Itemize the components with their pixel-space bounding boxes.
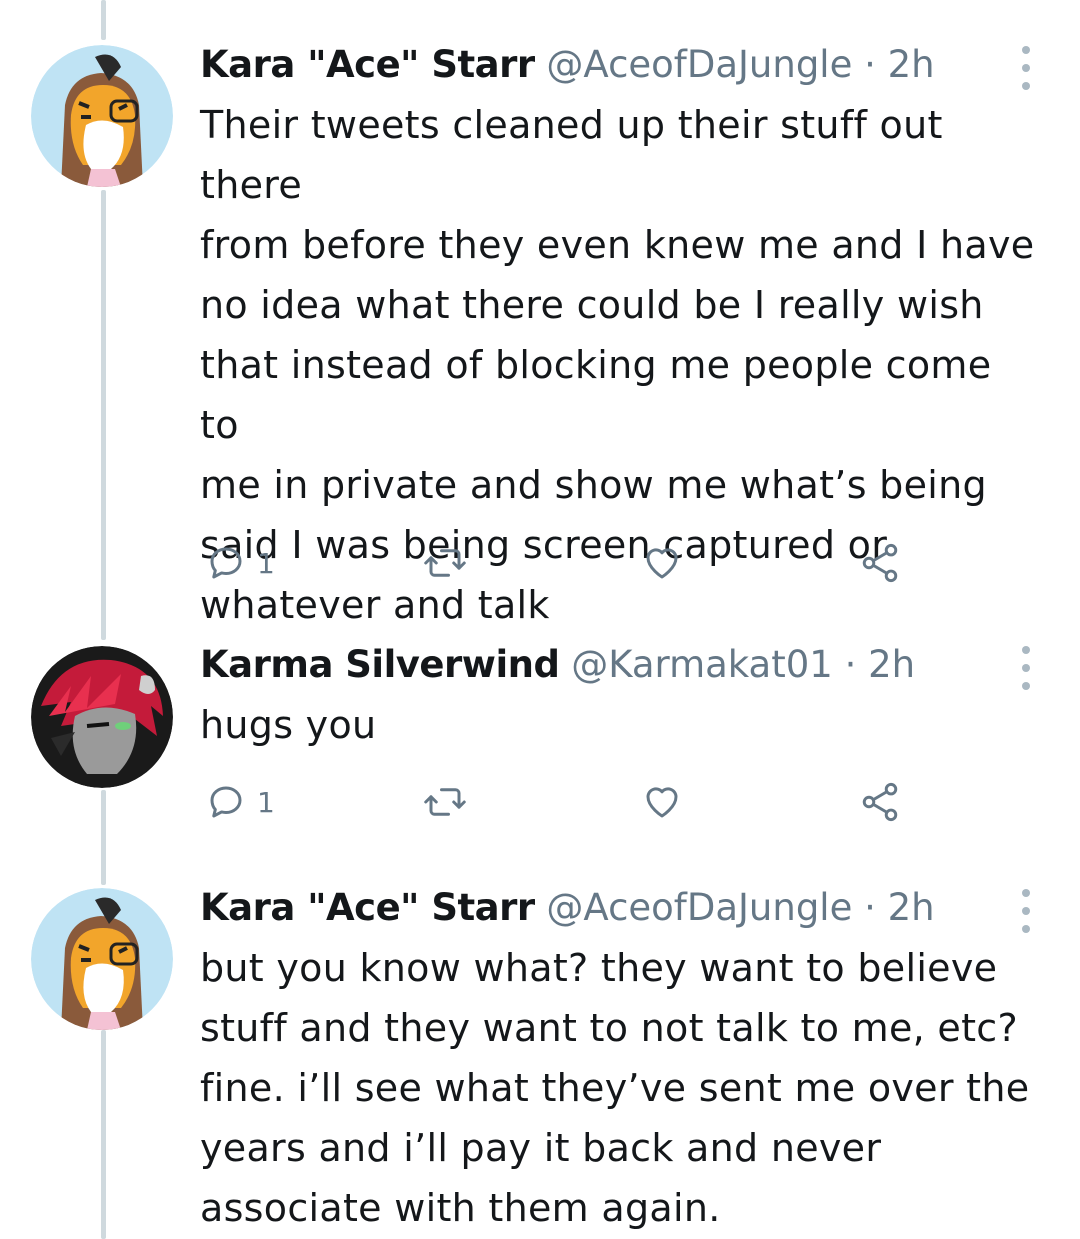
more-options-icon[interactable] [1006,46,1046,90]
reply-button[interactable]: 1 [205,538,275,588]
thread-line [101,0,106,40]
retweet-button[interactable] [422,538,468,588]
tweet-text: but you know what? they want to believe … [200,946,1030,1230]
retweet-icon [424,549,466,577]
tweet[interactable]: Kara "Ace" Starr @AceofDaJungle · 2h but… [0,883,1080,1239]
tweet[interactable]: Karma Silverwind @Karmakat01 · 2h hugs y… [0,640,1080,840]
more-options-icon[interactable] [1006,889,1046,933]
author-handle[interactable]: @Karmakat01 [571,643,833,686]
author-handle[interactable]: @AceofDaJungle [546,43,852,86]
separator-dot: · [844,643,857,686]
like-button[interactable] [640,777,684,827]
tiger-avatar-icon[interactable] [31,45,173,187]
author-name[interactable]: Karma Silverwind [200,643,560,686]
share-icon [862,543,898,583]
tiger-avatar-icon[interactable] [31,888,173,1030]
tweet[interactable]: Kara "Ace" Starr @AceofDaJungle · 2h The… [0,40,1080,627]
timestamp[interactable]: 2h [868,643,915,686]
tweet-header: Kara "Ace" Starr @AceofDaJungle · 2h [200,883,935,933]
reply-icon [210,547,242,579]
author-name[interactable]: Kara "Ace" Starr [200,43,535,86]
dark-haired-character-avatar-icon[interactable] [31,646,173,788]
reply-button[interactable]: 1 [205,777,275,827]
tweet-header: Karma Silverwind @Karmakat01 · 2h [200,640,915,690]
heart-icon [646,548,678,579]
more-options-icon[interactable] [1006,646,1046,690]
share-button[interactable] [858,777,902,827]
author-name[interactable]: Kara "Ace" Starr [200,886,535,929]
like-button[interactable] [640,538,684,588]
author-handle[interactable]: @AceofDaJungle [546,886,852,929]
tweet-header: Kara "Ace" Starr @AceofDaJungle · 2h [200,40,935,90]
reply-count: 1 [257,546,275,580]
reply-icon [210,786,242,818]
reply-count: 1 [257,785,275,819]
tweet-actions: 1 [200,777,920,827]
tweet-text: hugs you [200,703,377,747]
separator-dot: · [864,43,876,86]
separator-dot: · [864,886,876,929]
retweet-button[interactable] [422,777,468,827]
share-icon [862,782,898,822]
tweet-actions: 1 [200,538,920,588]
timestamp[interactable]: 2h [888,886,935,929]
retweet-icon [424,788,466,816]
share-button[interactable] [858,538,902,588]
heart-icon [646,787,678,818]
timestamp[interactable]: 2h [888,43,935,86]
